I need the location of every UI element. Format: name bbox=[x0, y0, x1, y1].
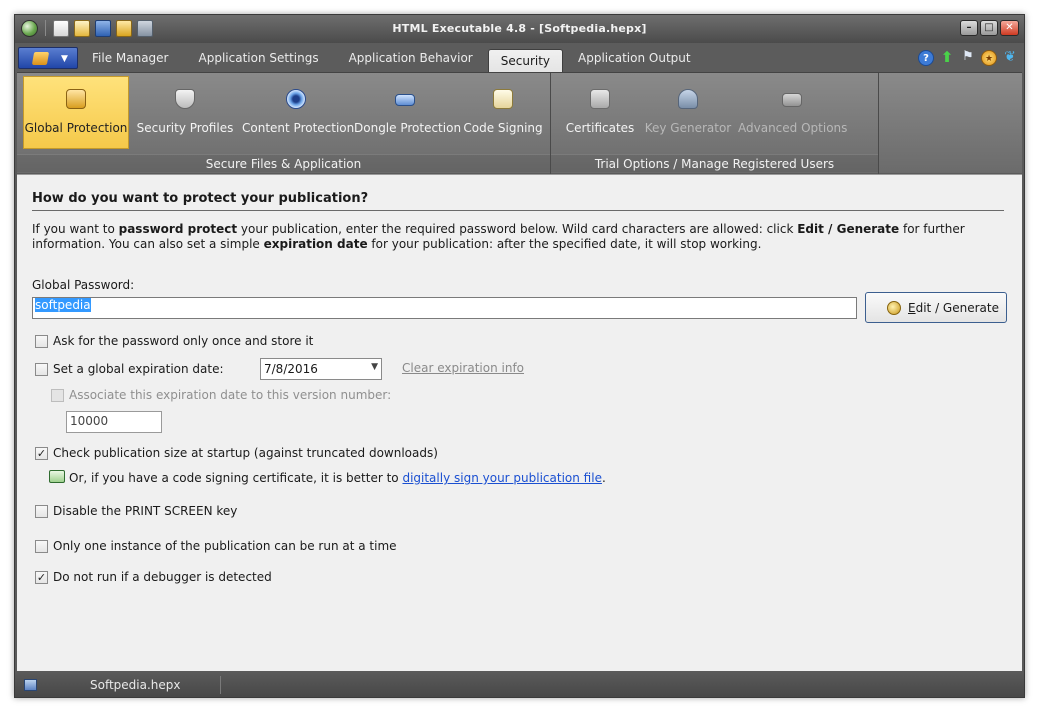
badge-icon[interactable]: ★ bbox=[981, 50, 997, 66]
expiration-checkbox[interactable] bbox=[35, 363, 48, 376]
password-label: Global Password: bbox=[32, 278, 135, 292]
title-bar: HTML Executable 4.8 - [Softpedia.hepx] –… bbox=[15, 15, 1024, 43]
signing-note: Or, if you have a code signing certifica… bbox=[69, 471, 606, 485]
edit-generate-button[interactable]: Edit / Generate bbox=[865, 292, 1007, 323]
advanced-options-icon bbox=[782, 93, 802, 107]
twitter-bird-icon[interactable]: ❦ bbox=[1002, 50, 1018, 66]
help-toolbar: ? ⬆ ⚑ ★ ❦ bbox=[918, 50, 1018, 66]
eye-icon bbox=[286, 89, 306, 109]
print-screen-checkbox[interactable] bbox=[35, 505, 48, 518]
advanced-options-button[interactable]: Advanced Options bbox=[737, 76, 847, 149]
version-assoc-label: Associate this expiration date to this v… bbox=[69, 388, 392, 402]
expiration-date-picker[interactable]: 7/8/2016 ▼ bbox=[260, 358, 382, 380]
tab-file-manager[interactable]: File Manager bbox=[77, 43, 184, 73]
user-icon[interactable]: ⚑ bbox=[960, 50, 976, 66]
global-password-input[interactable]: softpedia bbox=[32, 297, 857, 319]
print-screen-label: Disable the PRINT SCREEN key bbox=[53, 504, 238, 518]
ribbon-group-label: Trial Options / Manage Registered Users bbox=[551, 154, 878, 172]
app-menu-button[interactable]: ▼ bbox=[18, 47, 78, 69]
chevron-down-icon: ▼ bbox=[371, 362, 378, 372]
app-window: HTML Executable 4.8 - [Softpedia.hepx] –… bbox=[14, 14, 1025, 698]
padlock-icon bbox=[66, 89, 86, 109]
intro-bold-text: password protect bbox=[118, 222, 238, 236]
help-icon[interactable]: ? bbox=[918, 50, 934, 66]
edit-generate-label-rest: dit / Generate bbox=[915, 301, 999, 315]
certificates-icon bbox=[590, 89, 610, 109]
code-signing-label: Code Signing bbox=[463, 121, 543, 135]
usb-dongle-icon bbox=[395, 94, 415, 106]
clear-expiration-link[interactable]: Clear expiration info bbox=[402, 361, 524, 375]
minimize-button[interactable]: – bbox=[960, 20, 978, 36]
content-protection-button[interactable]: Content Protection bbox=[241, 76, 355, 149]
certificate-icon bbox=[49, 470, 65, 483]
tab-application-output[interactable]: Application Output bbox=[563, 43, 706, 73]
edit-generate-label: Edit / Generate bbox=[908, 301, 999, 315]
intro-bold-text: Edit / Generate bbox=[797, 222, 900, 236]
window-controls: – □ ✕ bbox=[960, 20, 1019, 36]
key-generator-button[interactable]: Key Generator bbox=[643, 76, 733, 149]
ribbon-group-label: Secure Files & Application bbox=[17, 154, 550, 172]
content-protection-label: Content Protection bbox=[242, 121, 355, 135]
ribbon-group-trial-options: Certificates Key Generator Advanced Opti… bbox=[551, 73, 879, 174]
version-assoc-checkbox[interactable] bbox=[51, 389, 64, 402]
version-number-input[interactable]: 10000 bbox=[66, 411, 162, 433]
key-generator-icon bbox=[678, 89, 698, 109]
intro-text-part: If you want to bbox=[32, 222, 119, 236]
tab-application-behavior[interactable]: Application Behavior bbox=[334, 43, 488, 73]
code-signing-button[interactable]: Code Signing bbox=[459, 76, 547, 149]
single-instance-checkbox[interactable] bbox=[35, 540, 48, 553]
update-arrow-icon[interactable]: ⬆ bbox=[939, 50, 955, 66]
shield-icon bbox=[175, 89, 195, 109]
status-file-name: Softpedia.hepx bbox=[90, 678, 181, 692]
document-icon bbox=[24, 679, 37, 691]
status-bar: Softpedia.hepx bbox=[15, 672, 1024, 697]
global-protection-label: Global Protection bbox=[24, 121, 128, 135]
certificate-icon bbox=[493, 89, 513, 109]
expiration-date-value: 7/8/2016 bbox=[264, 362, 318, 376]
check-size-label: Check publication size at startup (again… bbox=[53, 446, 438, 460]
status-separator bbox=[220, 676, 221, 694]
ribbon-tab-bar: ▼ File Manager Application Settings Appl… bbox=[15, 43, 1024, 75]
ask-once-checkbox[interactable] bbox=[35, 335, 48, 348]
close-button[interactable]: ✕ bbox=[1000, 20, 1019, 36]
maximize-button[interactable]: □ bbox=[980, 20, 998, 36]
advanced-options-label: Advanced Options bbox=[738, 121, 848, 135]
security-profiles-label: Security Profiles bbox=[136, 121, 234, 135]
ribbon-panel: Global Protection Security Profiles Cont… bbox=[17, 72, 1022, 174]
expiration-label: Set a global expiration date: bbox=[53, 362, 224, 376]
ribbon-tabs: File Manager Application Settings Applic… bbox=[77, 43, 706, 75]
dongle-protection-button[interactable]: Dongle Protection bbox=[353, 76, 462, 149]
password-value: softpedia bbox=[35, 298, 91, 312]
window-title: HTML Executable 4.8 - [Softpedia.hepx] bbox=[392, 22, 647, 35]
key-icon bbox=[887, 301, 901, 315]
intro-text-part: your publication, enter the required pas… bbox=[237, 222, 798, 236]
single-instance-label: Only one instance of the publication can… bbox=[53, 539, 397, 553]
intro-text-part: for your publication: after the specifie… bbox=[367, 237, 762, 251]
certificates-button[interactable]: Certificates bbox=[561, 76, 639, 149]
intro-text: If you want to password protect your pub… bbox=[32, 222, 1007, 252]
check-size-checkbox[interactable] bbox=[35, 447, 48, 460]
signing-note-text: Or, if you have a code signing certifica… bbox=[69, 471, 403, 485]
security-profiles-button[interactable]: Security Profiles bbox=[131, 76, 239, 149]
security-content-panel: How do you want to protect your publicat… bbox=[17, 174, 1022, 671]
ribbon-group-secure-files: Global Protection Security Profiles Cont… bbox=[17, 73, 551, 174]
intro-bold-text: expiration date bbox=[263, 237, 368, 251]
debugger-label: Do not run if a debugger is detected bbox=[53, 570, 272, 584]
chevron-down-icon: ▼ bbox=[61, 54, 68, 64]
debugger-checkbox[interactable] bbox=[35, 571, 48, 584]
certificates-label: Certificates bbox=[565, 121, 635, 135]
global-protection-button[interactable]: Global Protection bbox=[23, 76, 129, 149]
page-title: How do you want to protect your publicat… bbox=[32, 191, 1004, 211]
ask-once-label: Ask for the password only once and store… bbox=[53, 334, 314, 348]
dongle-protection-label: Dongle Protection bbox=[354, 121, 462, 135]
edit-generate-mnemonic: E bbox=[908, 301, 916, 315]
tab-application-settings[interactable]: Application Settings bbox=[184, 43, 334, 73]
digitally-sign-link[interactable]: digitally sign your publication file bbox=[402, 471, 602, 485]
signing-note-suffix: . bbox=[601, 471, 606, 485]
app-menu-icon bbox=[31, 52, 50, 65]
key-generator-label: Key Generator bbox=[644, 121, 732, 135]
